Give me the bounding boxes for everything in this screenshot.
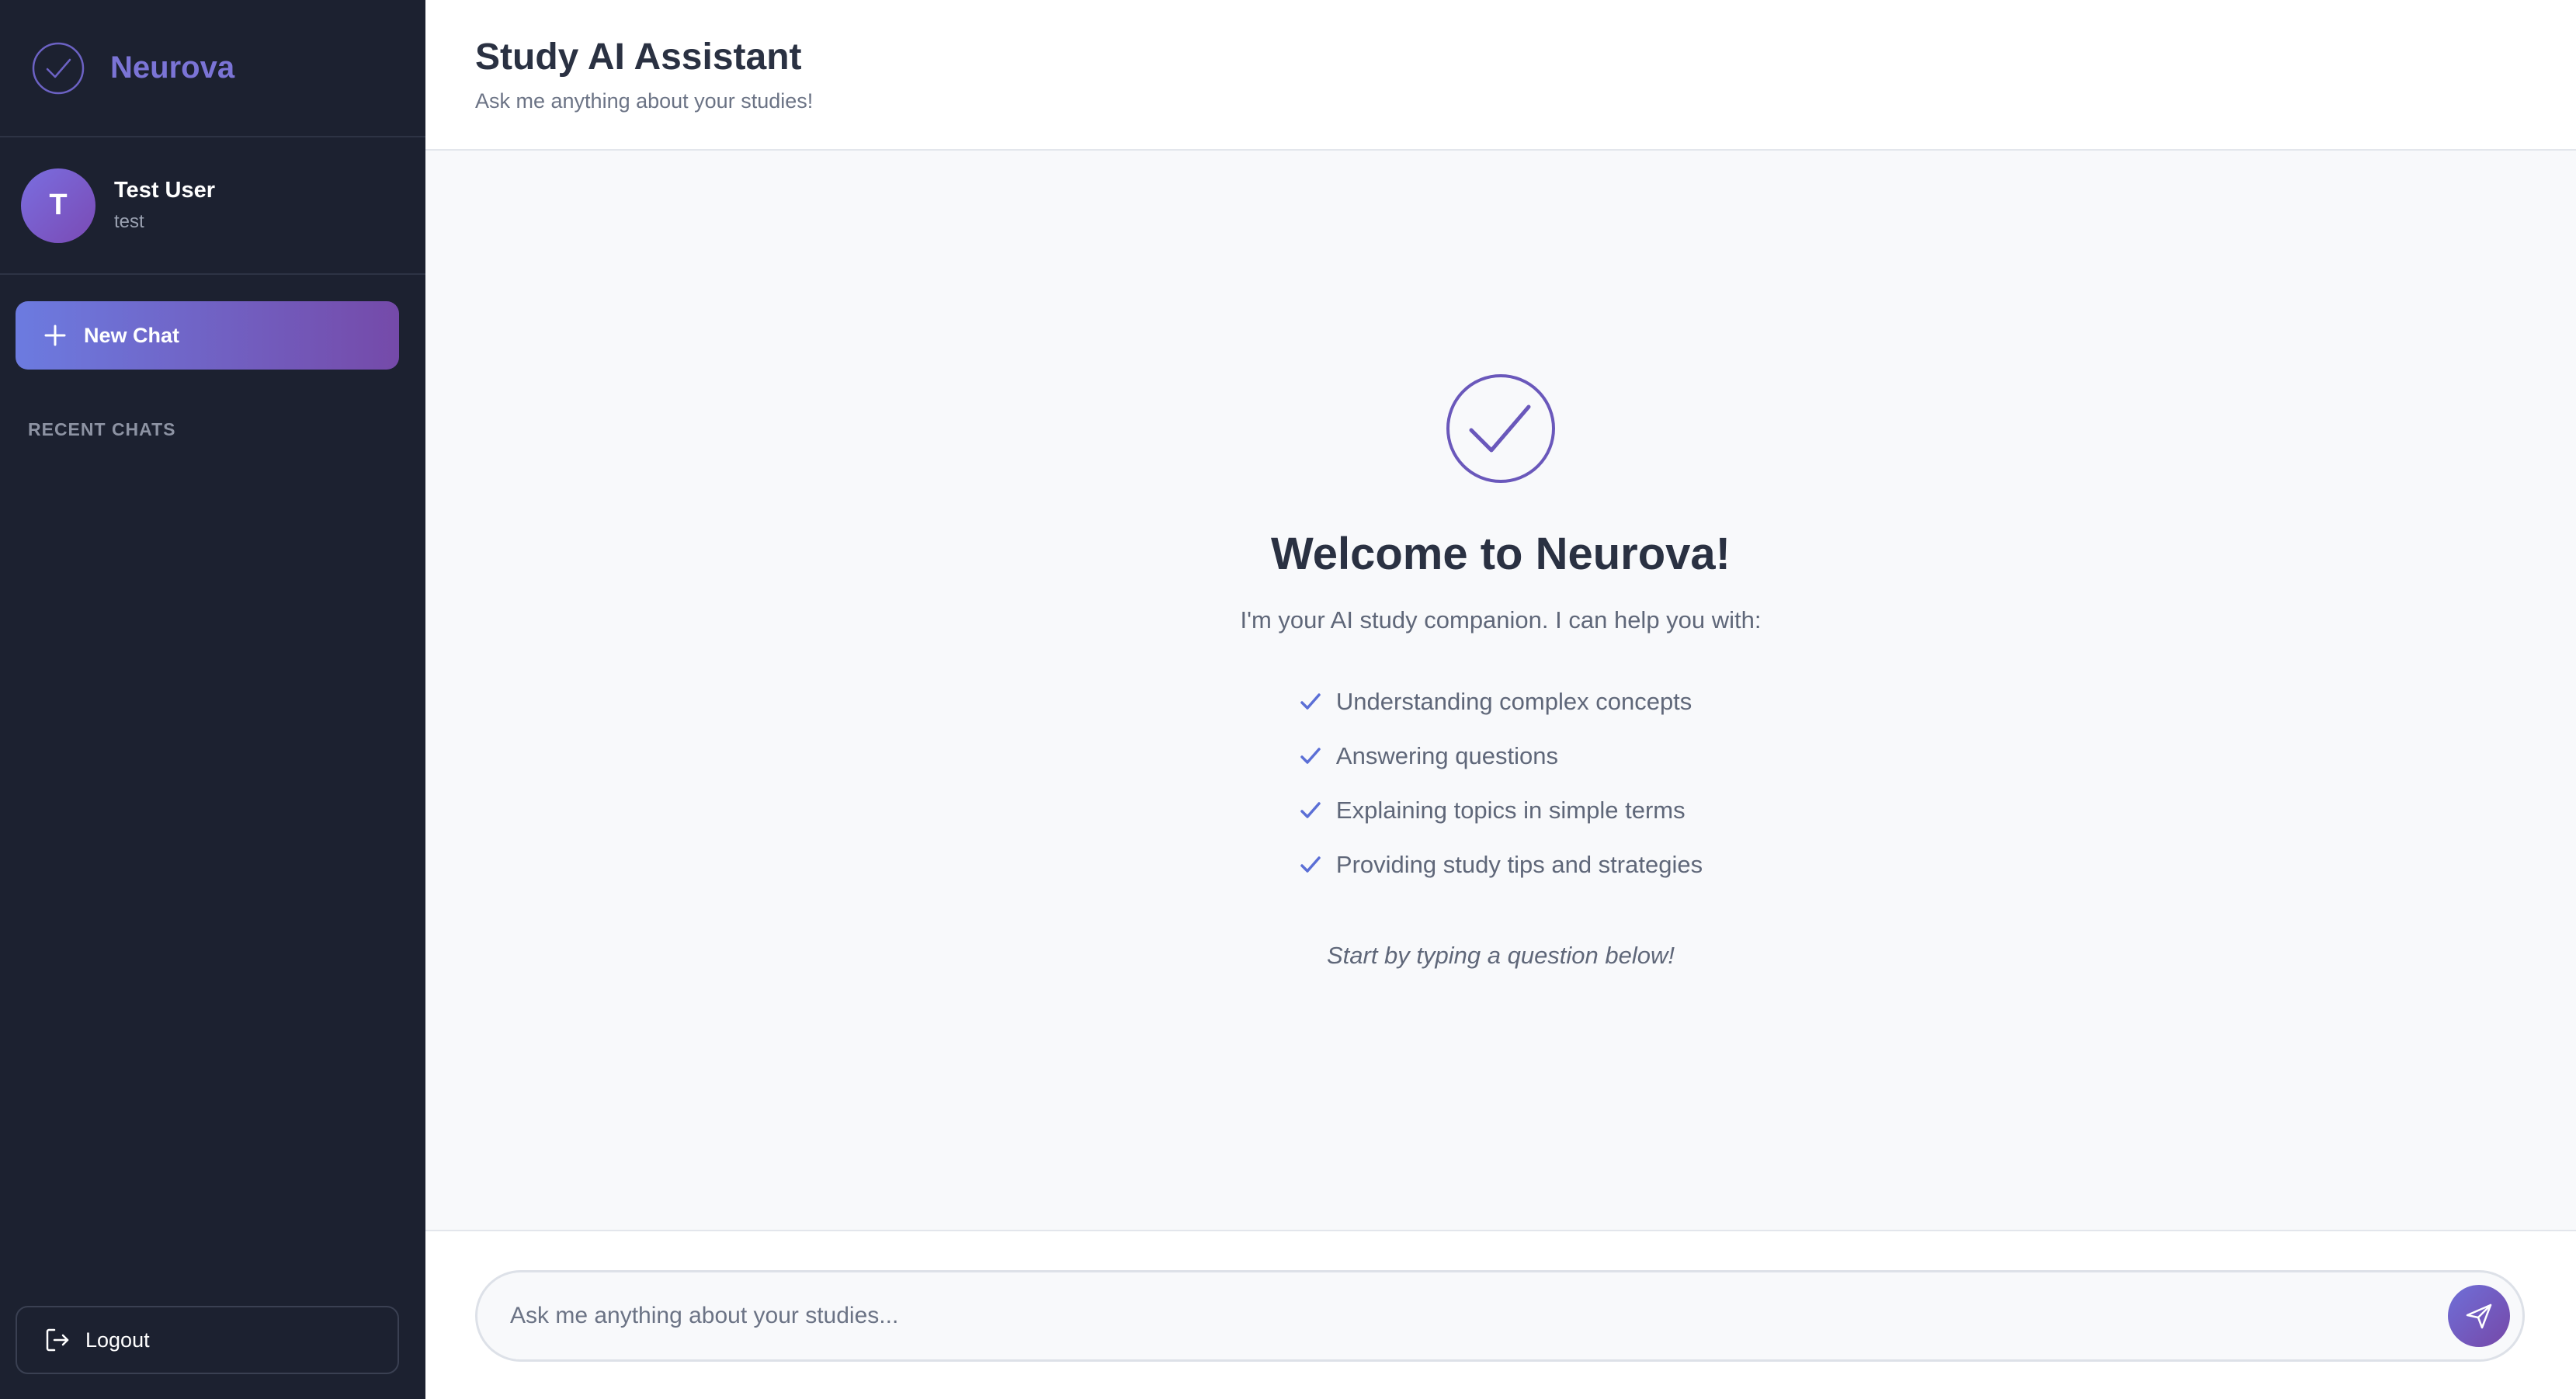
feature-text: Answering questions xyxy=(1335,742,1558,769)
send-icon xyxy=(2466,1304,2492,1329)
brand: Neurova xyxy=(0,0,425,137)
new-chat-button[interactable]: New Chat xyxy=(16,301,399,370)
checkmark-icon xyxy=(1300,693,1321,710)
chat-input-container xyxy=(475,1270,2525,1362)
new-chat-label: New Chat xyxy=(84,323,180,347)
plus-icon xyxy=(44,325,66,346)
brand-name: Neurova xyxy=(110,50,235,85)
send-button[interactable] xyxy=(2448,1285,2510,1347)
list-item: Providing study tips and strategies xyxy=(1299,838,1703,892)
user-name: Test User xyxy=(114,178,216,203)
page-subtitle: Ask me anything about your studies! xyxy=(475,89,814,113)
feature-text: Explaining topics in simple terms xyxy=(1335,797,1686,824)
checkmark-icon xyxy=(1300,748,1321,764)
sidebar: Neurova T Test User test New Chat RECENT… xyxy=(0,0,425,1399)
feature-text: Providing study tips and strategies xyxy=(1335,851,1703,878)
chat-input[interactable] xyxy=(477,1272,2448,1359)
checkmark-icon xyxy=(1300,856,1321,873)
feature-list: Understanding complex concepts Answering… xyxy=(1299,675,1703,892)
user-info: Test User test xyxy=(114,178,215,233)
main-panel: Study AI Assistant Ask me anything about… xyxy=(425,0,2576,1399)
recent-chats-heading: RECENT CHATS xyxy=(28,419,176,439)
welcome-panel: Welcome to Neurova! I'm your AI study co… xyxy=(425,373,2576,970)
check-circle-icon xyxy=(1446,374,1555,483)
welcome-subtitle: I'm your AI study companion. I can help … xyxy=(1240,606,1762,634)
list-item: Answering questions xyxy=(1299,729,1703,783)
feature-text: Understanding complex concepts xyxy=(1335,688,1692,715)
check-circle-icon xyxy=(32,42,85,94)
logout-label: Logout xyxy=(85,1328,150,1352)
page-title: Study AI Assistant xyxy=(475,36,802,78)
logout-icon xyxy=(46,1328,69,1352)
checkmark-icon xyxy=(1300,802,1321,818)
welcome-title: Welcome to Neurova! xyxy=(1271,529,1731,579)
avatar: T xyxy=(21,168,95,243)
user-profile: T Test User test xyxy=(0,137,425,275)
header: Study AI Assistant Ask me anything about… xyxy=(425,0,2576,151)
composer xyxy=(425,1230,2576,1399)
list-item: Understanding complex concepts xyxy=(1299,675,1703,729)
list-item: Explaining topics in simple terms xyxy=(1299,783,1703,838)
welcome-hint: Start by typing a question below! xyxy=(1326,942,1675,969)
logout-button[interactable]: Logout xyxy=(16,1306,399,1374)
user-handle: test xyxy=(114,211,144,232)
app: Neurova T Test User test New Chat RECENT… xyxy=(0,0,2576,1399)
